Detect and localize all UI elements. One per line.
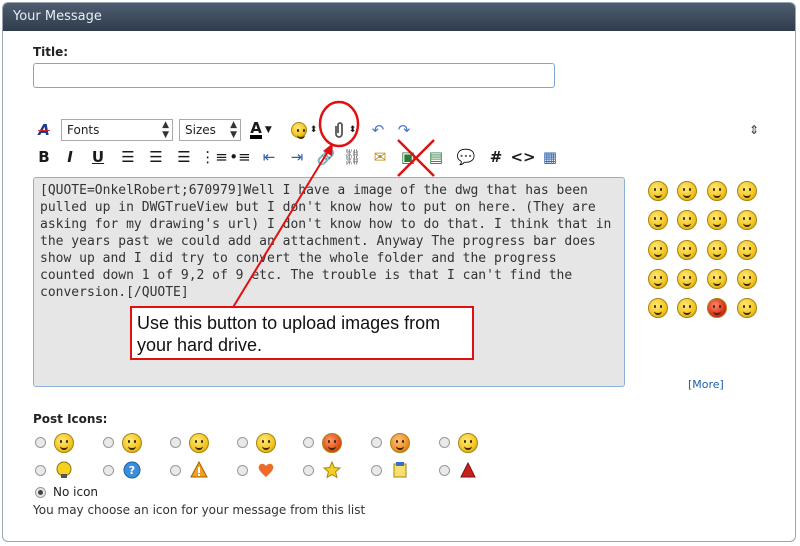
annotation-arrow [231, 147, 331, 310]
highlight-circle [318, 100, 360, 148]
annotation-callout: Use this button to upload images from yo… [130, 306, 474, 360]
arrowhead-icon [323, 143, 333, 156]
annotation-overlay [231, 100, 435, 310]
